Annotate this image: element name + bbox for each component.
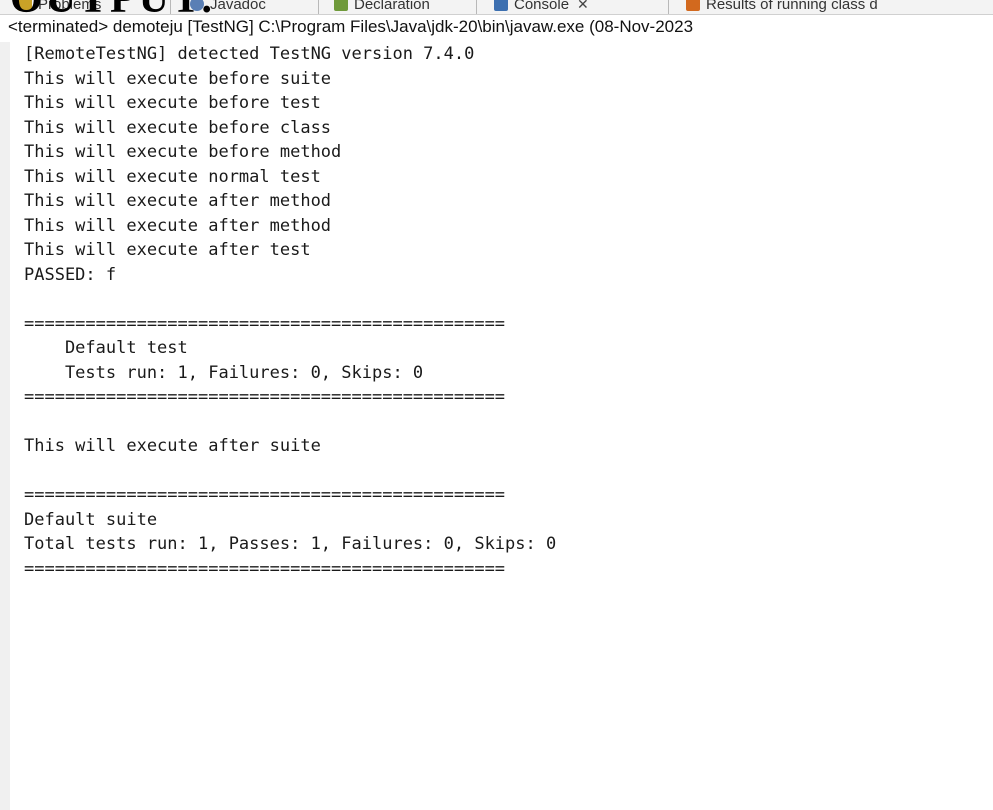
console-line: [RemoteTestNG] detected TestNG version 7… xyxy=(24,44,475,64)
console-line: Total tests run: 1, Passes: 1, Failures:… xyxy=(24,534,557,554)
tab-label: Javadoc xyxy=(210,0,266,13)
output-heading: OUTPUT: xyxy=(10,0,217,20)
console-line: This will execute after method xyxy=(24,215,332,236)
testng-results-icon xyxy=(686,0,700,11)
tab-testng-results[interactable]: Results of running class d xyxy=(686,0,878,14)
tab-divider xyxy=(476,0,477,14)
console-separator: ========================================… xyxy=(24,558,506,579)
tab-divider xyxy=(318,0,319,14)
console-separator: ========================================… xyxy=(24,387,506,407)
tab-label: Console xyxy=(514,0,570,13)
console-line: This will execute after method xyxy=(24,191,332,211)
console-line: PASSED: f xyxy=(24,264,117,285)
console-line: This will execute after test xyxy=(24,240,311,260)
tab-declaration[interactable]: Declaration xyxy=(334,0,430,14)
console-line: Default suite xyxy=(24,509,158,530)
console-separator: ========================================… xyxy=(24,485,506,505)
console-line: This will execute before suite xyxy=(24,68,332,89)
tab-divider xyxy=(668,0,669,14)
console-line: This will execute normal test xyxy=(24,166,321,187)
tab-label: Results of running class d xyxy=(706,0,878,13)
tab-console[interactable]: Console ✕ xyxy=(494,0,589,14)
console-separator: ========================================… xyxy=(24,313,506,334)
console-line: Default test xyxy=(24,338,188,358)
console-line: This will execute before class xyxy=(24,117,332,138)
console-line: Tests run: 1, Failures: 0, Skips: 0 xyxy=(24,362,424,383)
close-icon[interactable]: ✕ xyxy=(577,0,589,13)
console-line: This will execute before test xyxy=(24,93,321,113)
console-line: This will execute after suite xyxy=(24,436,321,456)
tab-label: Declaration xyxy=(354,0,430,13)
console-text: [RemoteTestNG] detected TestNG version 7… xyxy=(24,42,556,581)
console-icon xyxy=(494,0,508,11)
console-line: This will execute before method xyxy=(24,142,342,162)
declaration-icon xyxy=(334,0,348,11)
